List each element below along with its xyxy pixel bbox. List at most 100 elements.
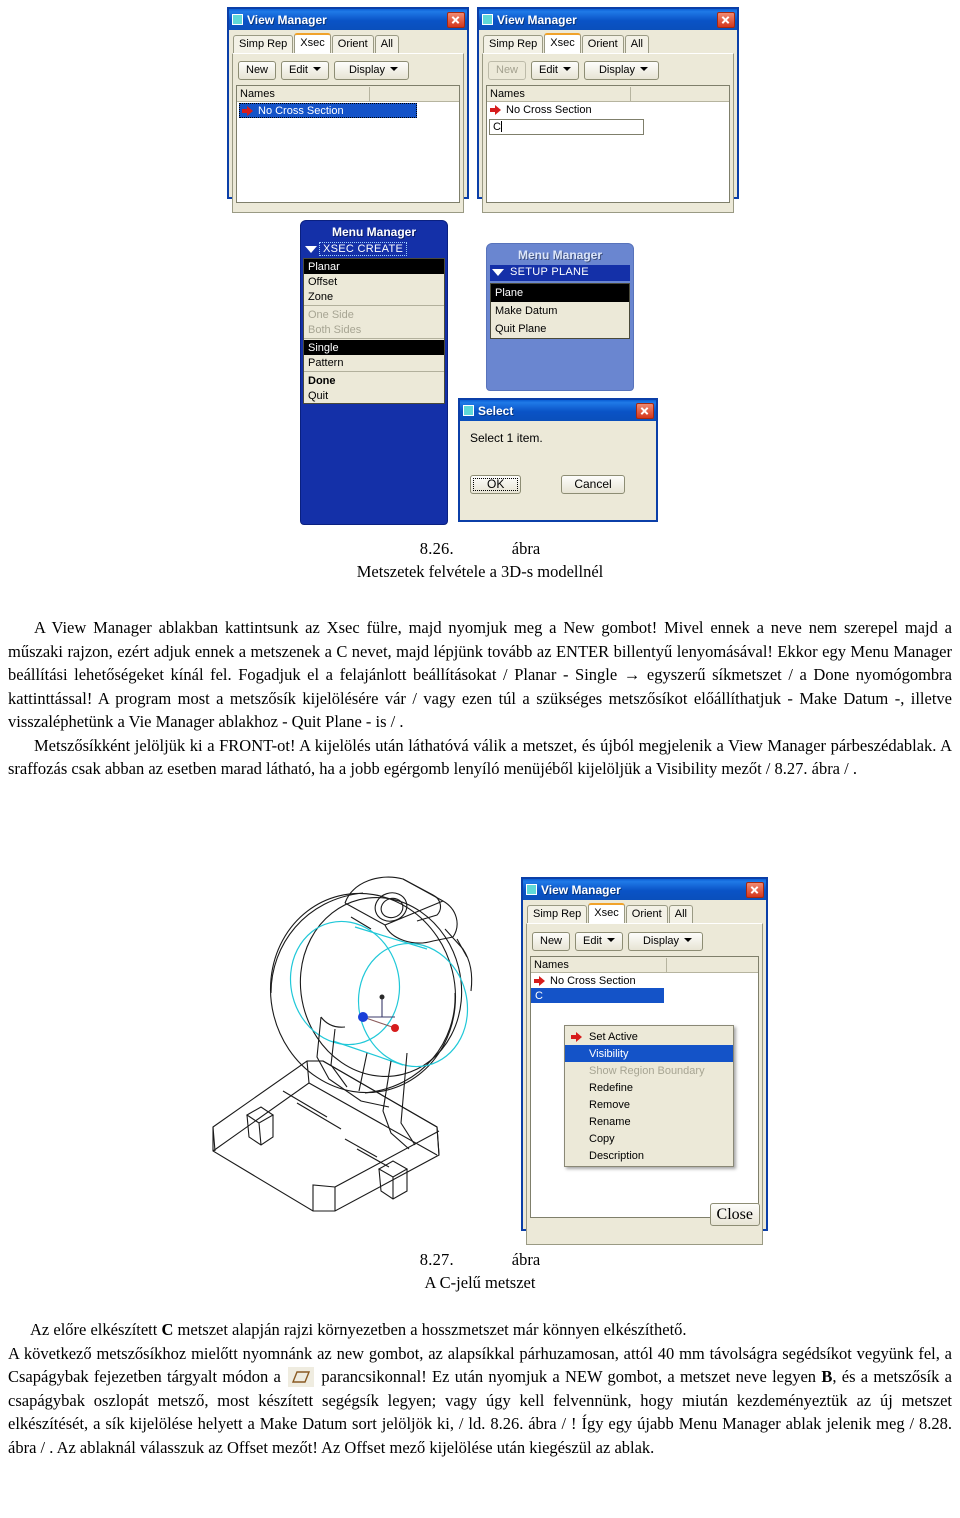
xsec-panel: New Edit Display Names No Cross Section … xyxy=(482,53,734,213)
red-arrow-icon xyxy=(534,975,546,986)
window-icon xyxy=(526,884,537,895)
close-icon[interactable] xyxy=(636,402,654,419)
tab-xsec[interactable]: Xsec xyxy=(544,33,581,53)
context-item-label: Redefine xyxy=(589,1081,634,1094)
list-item[interactable]: No Cross Section xyxy=(531,973,758,988)
list-item-selected[interactable]: C xyxy=(531,988,664,1003)
chevron-down-icon xyxy=(312,67,321,71)
menu-header-row[interactable]: XSEC CREATE xyxy=(303,242,445,258)
chevron-down-icon xyxy=(562,67,571,71)
menu-item-offset[interactable]: Offset xyxy=(304,274,444,289)
figure-number: 8.27. xyxy=(419,1250,454,1269)
context-item-label: Set Active xyxy=(589,1030,638,1043)
chevron-down-icon xyxy=(305,245,317,253)
close-icon[interactable] xyxy=(447,11,465,28)
menu-header-row[interactable]: SETUP PLANE xyxy=(490,265,630,281)
tab-orient[interactable]: Orient xyxy=(581,35,624,53)
menu-separator xyxy=(304,305,444,306)
close-button[interactable]: Close xyxy=(709,1203,760,1226)
ok-button-label: OK xyxy=(487,477,505,491)
caption-line-2: A C-jelű metszet xyxy=(424,1273,536,1292)
edit-button[interactable]: Edit xyxy=(575,932,623,951)
ok-button[interactable]: OK xyxy=(470,475,522,494)
window-title: Select xyxy=(478,403,514,418)
display-button-label: Display xyxy=(348,64,386,76)
menu-item-pattern[interactable]: Pattern xyxy=(304,355,444,370)
context-item-visibility[interactable]: Visibility xyxy=(565,1045,733,1062)
tab-xsec[interactable]: Xsec xyxy=(588,903,625,923)
select-button-row: OK Cancel xyxy=(470,475,656,494)
title-bar: View Manager xyxy=(523,879,766,900)
tab-simp-rep[interactable]: Simp Rep xyxy=(527,905,588,923)
datum-point-blue xyxy=(358,1012,368,1022)
display-button[interactable]: Display xyxy=(627,932,704,951)
tab-xsec[interactable]: Xsec xyxy=(294,33,331,53)
new-button[interactable]: New xyxy=(238,61,277,80)
list-item-label: C xyxy=(535,989,543,1002)
datum-plane-icon xyxy=(288,1367,315,1387)
caption-line-1: 8.27. ábra xyxy=(0,1248,960,1271)
menu-item-plane[interactable]: Plane xyxy=(491,284,629,302)
xsec-name-input[interactable]: C xyxy=(489,119,644,135)
tab-all[interactable]: All xyxy=(624,35,649,53)
xsec-name-value: C xyxy=(493,121,501,133)
names-listbox[interactable]: Names No Cross Section C xyxy=(486,85,730,203)
context-item-copy[interactable]: Copy xyxy=(565,1130,733,1147)
tab-orient[interactable]: Orient xyxy=(625,905,668,923)
display-button[interactable]: Display xyxy=(583,61,660,80)
close-icon[interactable] xyxy=(746,881,764,898)
figure-caption-827: 8.27. ábra A C-jelű metszet xyxy=(0,1248,960,1294)
menu-item-zone[interactable]: Zone xyxy=(304,289,444,304)
view-manager-dialog-2: View Manager Simp Rep Xsec Orient All Ne… xyxy=(478,8,738,213)
red-arrow-icon xyxy=(571,1031,583,1042)
menu-separator xyxy=(304,371,444,372)
display-button[interactable]: Display xyxy=(333,61,410,80)
names-listbox[interactable]: Names No Cross Section xyxy=(236,85,460,203)
model-wireframe-drawing xyxy=(195,865,515,1235)
menu-item-make-datum[interactable]: Make Datum xyxy=(491,302,629,320)
new-button[interactable]: New xyxy=(532,932,571,951)
edit-button[interactable]: Edit xyxy=(281,61,329,80)
window-icon xyxy=(482,14,493,25)
tab-orient[interactable]: Orient xyxy=(331,35,374,53)
menu-item-single[interactable]: Single xyxy=(304,340,444,355)
context-item-description[interactable]: Description xyxy=(565,1147,733,1164)
button-row: New Edit Display xyxy=(236,58,460,80)
cancel-button[interactable]: Cancel xyxy=(561,475,625,494)
p2-text-e: parancsikonnal! Ez után nyomjuk a NEW go… xyxy=(316,1367,822,1386)
context-item-redefine[interactable]: Redefine xyxy=(565,1079,733,1096)
button-row: New Edit Display xyxy=(530,928,759,951)
menu-item-quit[interactable]: Quit xyxy=(304,388,444,403)
context-item-set-active[interactable]: Set Active xyxy=(565,1028,733,1045)
list-item-label: No Cross Section xyxy=(258,104,344,117)
tab-simp-rep[interactable]: Simp Rep xyxy=(483,35,544,53)
edit-button[interactable]: Edit xyxy=(531,61,579,80)
list-item[interactable]: No Cross Section xyxy=(239,103,417,118)
button-row: New Edit Display xyxy=(486,58,730,80)
close-icon[interactable] xyxy=(717,11,735,28)
datum-point-black xyxy=(379,994,385,1000)
menu-manager-title: Menu Manager xyxy=(331,225,416,239)
tab-all[interactable]: All xyxy=(668,905,693,923)
window-icon xyxy=(232,14,243,25)
edit-button-label: Edit xyxy=(289,64,308,76)
menu-item-quit-plane[interactable]: Quit Plane xyxy=(491,320,629,338)
window-title: View Manager xyxy=(541,882,621,897)
title-bar: Select xyxy=(460,400,656,421)
figure-caption-826: 8.26. ábra Metszetek felvétele a 3D-s mod… xyxy=(0,537,960,583)
paragraph-2-line-1: Az előre elkészített C metszet alapján r… xyxy=(8,1318,952,1342)
context-item-remove[interactable]: Remove xyxy=(565,1096,733,1113)
listbox-header: Names xyxy=(487,86,729,102)
menu-item-list: Plane Make Datum Quit Plane xyxy=(490,283,630,339)
chevron-down-icon xyxy=(390,67,399,71)
context-item-show-region-boundary: Show Region Boundary xyxy=(565,1062,733,1079)
menu-item-both-sides: Both Sides xyxy=(308,324,362,336)
tab-simp-rep[interactable]: Simp Rep xyxy=(233,35,294,53)
list-item[interactable]: No Cross Section xyxy=(487,102,729,117)
p2-bold-b: B xyxy=(821,1367,833,1386)
menu-item-done[interactable]: Done xyxy=(304,373,444,388)
menu-item-planar[interactable]: Planar xyxy=(304,259,444,274)
context-item-rename[interactable]: Rename xyxy=(565,1113,733,1130)
tab-all[interactable]: All xyxy=(374,35,399,53)
paragraph-2-line-2: A következő metszősíkhoz mielőtt nyomnán… xyxy=(8,1342,952,1460)
